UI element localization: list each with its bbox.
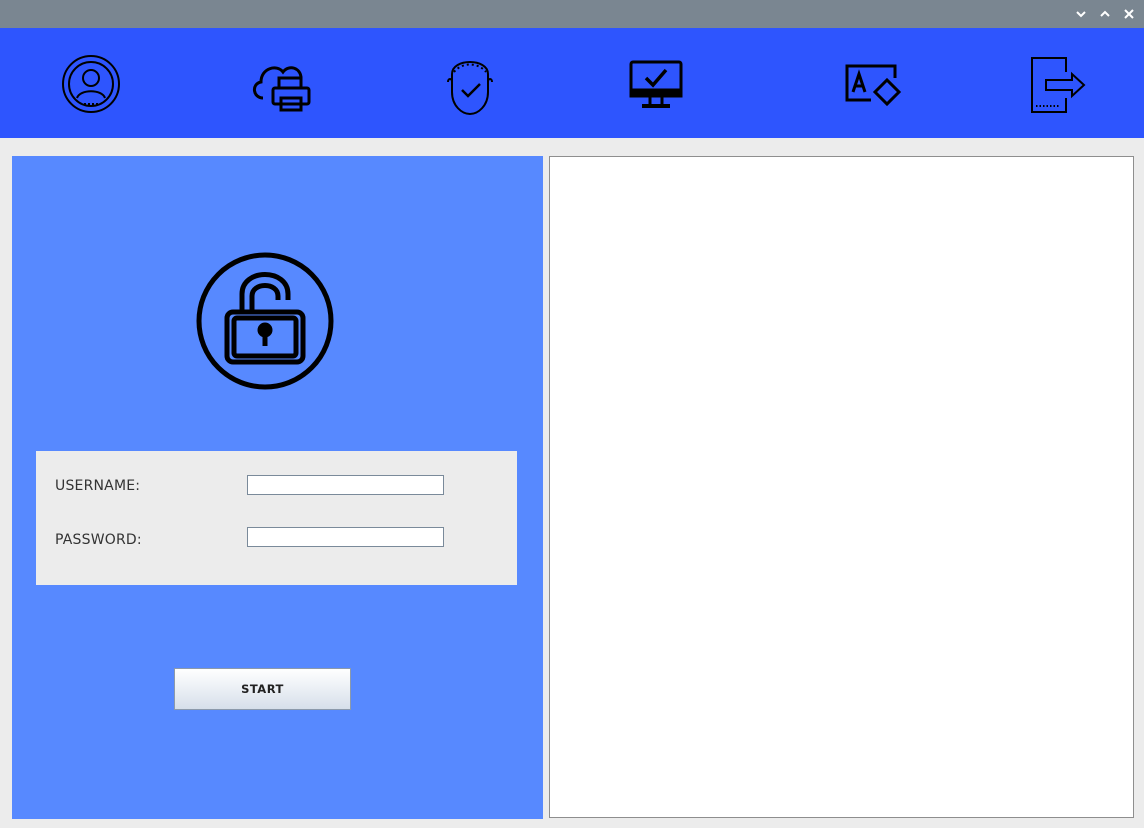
close-icon[interactable] xyxy=(1121,6,1137,22)
cloud-printer-icon[interactable] xyxy=(245,48,317,120)
output-panel xyxy=(549,156,1134,818)
password-field[interactable] xyxy=(247,527,444,547)
credentials-form: USERNAME: PASSWORD: xyxy=(36,451,517,585)
title-bar xyxy=(0,0,1144,28)
main-toolbar xyxy=(0,28,1144,138)
logout-icon[interactable] xyxy=(1022,48,1094,120)
username-label: USERNAME: xyxy=(55,478,141,494)
user-profile-icon[interactable] xyxy=(55,48,127,120)
verified-face-icon[interactable] xyxy=(434,48,506,120)
start-button[interactable]: START xyxy=(174,668,351,710)
maximize-icon[interactable] xyxy=(1097,6,1113,22)
monitor-check-icon[interactable] xyxy=(620,48,692,120)
login-panel: USERNAME: PASSWORD: START xyxy=(12,156,543,819)
minimize-icon[interactable] xyxy=(1073,6,1089,22)
username-field[interactable] xyxy=(247,475,444,495)
password-label: PASSWORD: xyxy=(55,532,142,548)
lock-icon xyxy=(194,250,336,392)
text-edit-icon[interactable] xyxy=(838,48,910,120)
